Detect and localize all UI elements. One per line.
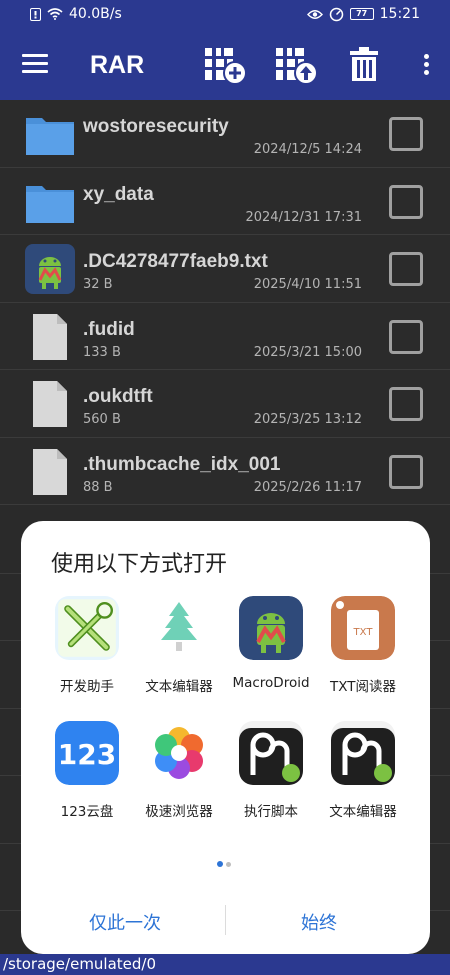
select-checkbox[interactable] — [389, 454, 423, 489]
app-label: 执行脚本 — [244, 804, 298, 820]
macrodroid-icon — [239, 596, 303, 660]
file-row[interactable]: .oukdtft 560 B 2025/3/25 13:12 — [0, 370, 450, 438]
file-date: 2025/4/10 11:51 — [253, 277, 362, 292]
file-name: .DC4278477faeb9.txt — [83, 251, 268, 272]
app-123-cloud[interactable]: 123 123云盘 — [37, 721, 137, 820]
file-row[interactable]: .fudid 133 B 2025/3/21 15:00 — [0, 302, 450, 370]
app-text-editor-tree[interactable]: 文本编辑器 — [129, 596, 229, 695]
app-label: 开发助手 — [60, 679, 114, 695]
sheet-title: 使用以下方式打开 — [51, 552, 228, 577]
menu-button[interactable] — [22, 54, 48, 76]
add-to-archive-icon — [205, 48, 247, 85]
clock: 15:21 — [379, 6, 420, 22]
extract-icon — [276, 48, 318, 85]
svg-text:TXT: TXT — [353, 627, 374, 638]
app-text-editor[interactable]: 文本编辑器 — [313, 721, 413, 820]
status-right: 77 15:21 — [306, 6, 420, 22]
txt-reader-icon: TXT — [331, 596, 395, 660]
status-bar: 40.0B/s 77 15:21 — [0, 0, 450, 30]
just-once-button[interactable]: 仅此一次 — [89, 909, 161, 935]
app-label: MacroDroid — [232, 675, 310, 691]
kebab-dot — [424, 70, 429, 75]
file-size: 133 B — [83, 344, 121, 360]
file-icon — [33, 313, 67, 360]
file-date: 2024/12/31 17:31 — [245, 209, 362, 225]
app-bar: RAR — [0, 30, 450, 100]
file-name: .fudid — [83, 318, 135, 340]
cloud-123-icon: 123 — [55, 721, 119, 785]
wrench-screwdriver-icon — [55, 596, 119, 660]
folder-icon — [26, 185, 74, 223]
add-to-archive-button[interactable] — [203, 44, 247, 90]
file-icon — [33, 381, 67, 427]
select-checkbox[interactable] — [389, 252, 423, 286]
file-date: 2025/3/25 13:12 — [253, 412, 362, 427]
kebab-dot — [424, 62, 429, 67]
app-label: 文本编辑器 — [145, 679, 213, 695]
trash-icon — [350, 47, 378, 81]
menu-icon-line — [22, 70, 48, 73]
file-row[interactable]: wostoresecurity 2024/12/5 14:24 — [0, 100, 450, 168]
app-label: 极速浏览器 — [145, 804, 213, 820]
app-macrodroid[interactable]: MacroDroid — [221, 596, 321, 691]
open-with-sheet: 使用以下方式打开 开发助手 文本编辑器 MacroDroid TXT TXT阅读… — [21, 521, 430, 954]
page-indicator — [217, 852, 234, 871]
svg-text:123: 123 — [58, 738, 116, 771]
notification-icon — [30, 7, 41, 21]
folder-icon — [26, 118, 74, 155]
menu-icon-line — [22, 62, 48, 65]
battery-indicator: 77 — [349, 8, 374, 20]
file-name: .oukdtft — [83, 386, 153, 407]
browser-flower-icon — [155, 727, 203, 779]
page-dot-active — [217, 861, 223, 867]
app-dev-assistant[interactable]: 开发助手 — [37, 596, 137, 695]
always-button[interactable]: 始终 — [301, 909, 337, 935]
speedometer-icon — [329, 7, 343, 21]
file-list: wostoresecurity 2024/12/5 14:24 xy_data … — [0, 100, 450, 505]
tree-icon — [161, 602, 197, 651]
delete-button[interactable] — [349, 44, 379, 88]
page-dot — [226, 862, 231, 867]
menu-icon-line — [22, 54, 48, 57]
file-size: 32 B — [83, 277, 113, 292]
file-name: .thumbcache_idx_001 — [83, 453, 281, 475]
file-date: 2025/3/21 15:00 — [253, 344, 362, 360]
file-date: 2025/2/26 11:17 — [253, 479, 362, 495]
eye-icon — [306, 9, 323, 19]
app-label: TXT阅读器 — [329, 679, 396, 695]
button-divider — [225, 905, 226, 935]
extract-button[interactable] — [274, 44, 318, 90]
app-fast-browser[interactable]: 极速浏览器 — [129, 721, 229, 820]
file-name: wostoresecurity — [83, 116, 229, 137]
select-checkbox[interactable] — [389, 387, 423, 421]
kebab-dot — [424, 54, 429, 59]
select-checkbox[interactable] — [389, 117, 423, 151]
file-row[interactable]: .thumbcache_idx_001 88 B 2025/2/26 11:17 — [0, 437, 450, 505]
file-size: 88 B — [83, 479, 113, 495]
file-row[interactable]: xy_data 2024/12/31 17:31 — [0, 167, 450, 235]
file-date: 2024/12/5 14:24 — [253, 142, 362, 157]
app-label: 文本编辑器 — [329, 804, 397, 820]
more-options-button[interactable] — [424, 54, 430, 78]
wifi-icon — [47, 8, 63, 20]
app-label: 123云盘 — [60, 804, 114, 820]
file-row[interactable]: .DC4278477faeb9.txt 32 B 2025/4/10 11:51 — [0, 235, 450, 303]
app-title: RAR — [90, 51, 145, 79]
network-speed: 40.0B/s — [69, 6, 122, 22]
text-editor-icon — [331, 721, 395, 785]
path-bar: /storage/emulated/0 — [0, 954, 450, 975]
select-checkbox[interactable] — [389, 319, 423, 354]
select-checkbox[interactable] — [389, 184, 423, 219]
app-run-script[interactable]: 执行脚本 — [221, 721, 321, 820]
app-txt-reader[interactable]: TXT TXT阅读器 — [313, 596, 413, 695]
status-left: 40.0B/s — [30, 6, 122, 22]
script-icon — [239, 721, 303, 785]
macrodroid-file-icon — [25, 244, 75, 294]
file-name: xy_data — [83, 183, 154, 205]
file-size: 560 B — [83, 412, 121, 427]
file-icon — [33, 448, 67, 495]
